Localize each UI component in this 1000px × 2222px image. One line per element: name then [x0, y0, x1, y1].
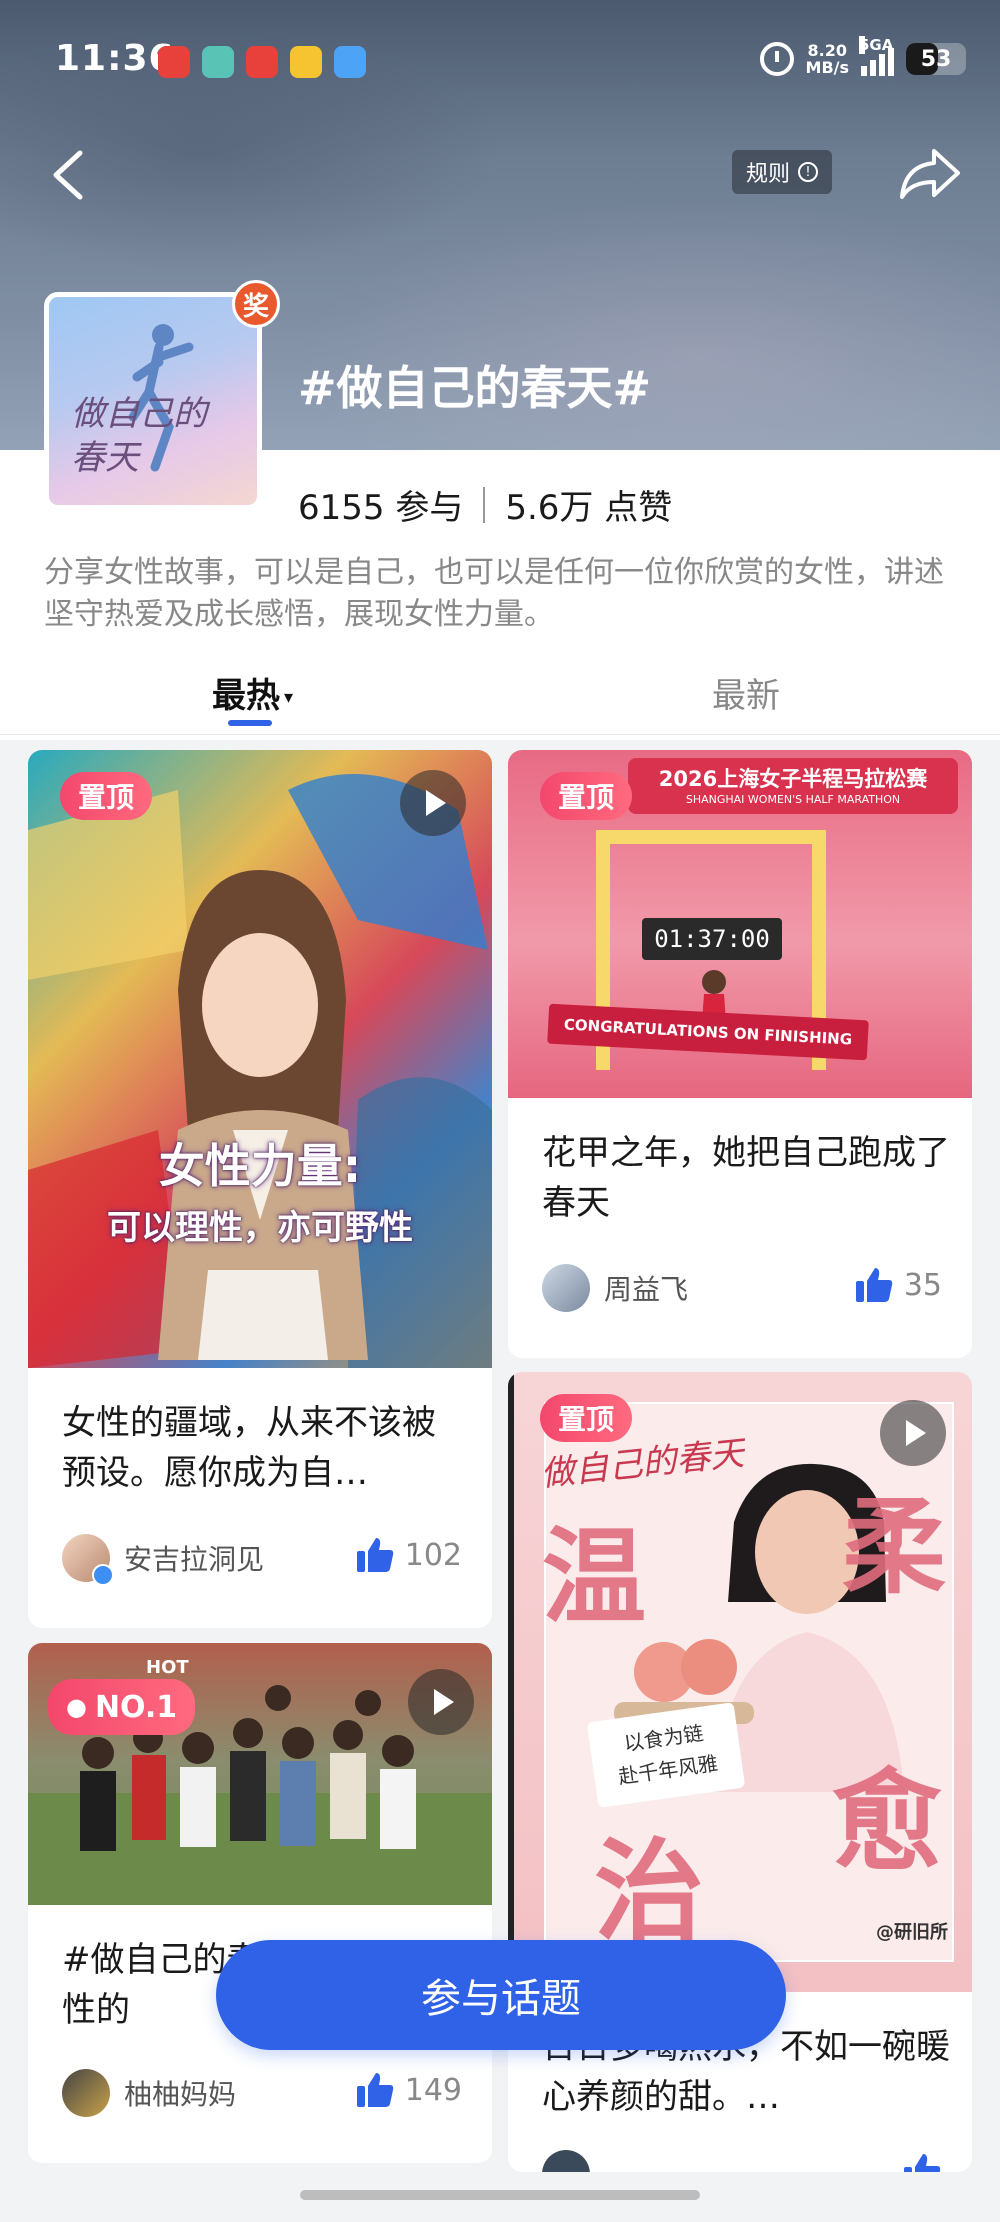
author-name: 安吉拉洞见 [124, 1543, 265, 1576]
avatar [62, 2069, 110, 2117]
net-speed-value: 8.20 [807, 41, 847, 60]
award-badge: 奖 [232, 280, 280, 328]
post-thumbnail: 做自己的春天 温 柔 治 愈 以食为链 赴千年风雅 @研旧所 [508, 1372, 972, 1992]
verified-icon [92, 1564, 114, 1586]
rules-button[interactable]: 规则 ! [732, 150, 833, 194]
video-play-icon [880, 1400, 946, 1466]
post-thumbnail [28, 750, 492, 1368]
signal-label: 5GA [859, 36, 894, 54]
alarm-icon [759, 42, 794, 76]
thumbnail-overlay-text: 女性力量: 可以理性，亦可野性 [28, 1130, 492, 1249]
status-bar: 11:36 8.20 MB/s 5GA 53 [0, 0, 1000, 126]
hot-label: HOT [146, 1657, 189, 1678]
rules-label: 规则 [746, 162, 791, 187]
battery-level: 53 [920, 46, 952, 72]
avatar [542, 2150, 590, 2172]
poster-watermark: @研旧所 [876, 1922, 948, 1943]
app-notification-icon [246, 46, 278, 78]
video-play-icon [408, 1669, 474, 1735]
overlay-line-2: 可以理性，亦可野性 [107, 1208, 413, 1248]
status-time: 11:36 [55, 38, 175, 79]
like-count[interactable]: 149 [355, 2071, 462, 2109]
topic-title: #做自己的春天# [298, 361, 652, 415]
net-speed-unit: MB/s [805, 58, 849, 77]
topic-page: 11:36 8.20 MB/s 5GA 53 规则 ! 做自己的 春天 奖 #做… [0, 0, 1000, 2222]
poster-big-char: 温 [542, 1515, 647, 1638]
post-title: 花甲之年，她把自己跑成了春天 [542, 1133, 950, 1223]
tab-latest-label: 最新 [712, 676, 780, 716]
thumbs-up-icon [356, 1538, 393, 1572]
poster-big-char: 治 [594, 1827, 704, 1956]
info-icon: ! [798, 162, 819, 182]
caret-down-icon: ▾ [284, 687, 294, 708]
tab-latest[interactable]: 最新 [712, 668, 780, 717]
hot-rank-badge: ● NO.1 [48, 1679, 196, 1735]
post-author[interactable] [542, 2150, 590, 2172]
post-card[interactable]: 置顶 女性力量: 可以理性，亦可野性 女性的疆域，从来不该被预设。愿你成为自… … [28, 750, 492, 1628]
topic-cover-image: 做自己的 春天 [44, 292, 262, 510]
post-card[interactable]: ● NO.1 HOT #做自己的春天# 一位女性的 柚柚妈妈 149 [28, 1643, 492, 2163]
post-author[interactable]: 柚柚妈妈 [62, 2069, 236, 2117]
poster-big-char: 柔 [842, 1485, 947, 1608]
likes-number: 35 [903, 1267, 942, 1303]
share-icon[interactable] [898, 145, 962, 201]
home-indicator[interactable] [300, 2190, 700, 2200]
join-topic-button[interactable]: 参与话题 [216, 1940, 786, 2050]
app-notification-icon [334, 46, 366, 78]
post-author[interactable]: 安吉拉洞见 [62, 1534, 265, 1586]
tab-hot[interactable]: 最热 ▾ [212, 668, 293, 717]
cover-text: 做自己的 春天 [71, 394, 207, 478]
likes-number: 102 [404, 1537, 462, 1573]
author-name: 柚柚妈妈 [124, 2078, 237, 2111]
tab-indicator [228, 720, 272, 726]
stats-divider [483, 486, 486, 523]
like-count[interactable]: 35 [854, 1266, 942, 1304]
video-play-icon [400, 770, 466, 836]
net-speed: 8.20 MB/s [806, 42, 849, 76]
avatar [542, 1264, 590, 1312]
post-title: 女性的疆域，从来不该被预设。愿你成为自… [62, 1403, 436, 1493]
thumbs-up-icon [904, 2154, 941, 2172]
topic-stats: 6155 参与 5.6万 点赞 [298, 480, 672, 529]
poster-big-char: 愈 [832, 1757, 942, 1886]
flame-icon: ● [66, 1693, 87, 1721]
meituan-icon [290, 46, 322, 78]
pinned-badge: 置顶 [540, 772, 633, 820]
app-notification-icon [202, 46, 234, 78]
pinned-badge: 置顶 [540, 1394, 633, 1442]
post-card[interactable]: 2026上海女子半程马拉松赛 SHANGHAI WOMEN'S HALF MAR… [508, 750, 972, 1358]
sort-tabs: 最热 ▾ 最新 [0, 650, 1000, 735]
like-count[interactable] [902, 2152, 942, 2172]
signal-icon: 5GA [859, 36, 894, 76]
like-count[interactable]: 102 [355, 1536, 462, 1574]
author-name: 周益飞 [604, 1273, 689, 1306]
pinned-badge: 置顶 [60, 772, 153, 820]
participants-count: 6155 参与 [298, 488, 464, 528]
likes-number: 149 [404, 2072, 462, 2108]
post-card[interactable]: 做自己的春天 温 柔 治 愈 以食为链 赴千年风雅 @研旧所 置顶 日日多喝热水… [508, 1372, 972, 2172]
rank-label: NO.1 [94, 1689, 178, 1725]
app-notification-icon [158, 46, 190, 78]
tab-hot-label: 最热 [212, 676, 280, 716]
avatar [62, 1534, 114, 1586]
post-author[interactable]: 周益飞 [542, 1264, 688, 1312]
topic-description: 分享女性故事，可以是自己，也可以是任何一位你欣赏的女性，讲述坚守热爱及成长感悟，… [44, 555, 944, 632]
thumbs-up-icon [356, 2073, 393, 2107]
likes-count: 5.6万 点赞 [505, 488, 673, 528]
overlay-line-1: 女性力量: [158, 1139, 362, 1193]
back-icon[interactable] [46, 145, 90, 205]
battery-icon: 53 [906, 43, 966, 75]
thumbs-up-icon [855, 1268, 893, 1302]
